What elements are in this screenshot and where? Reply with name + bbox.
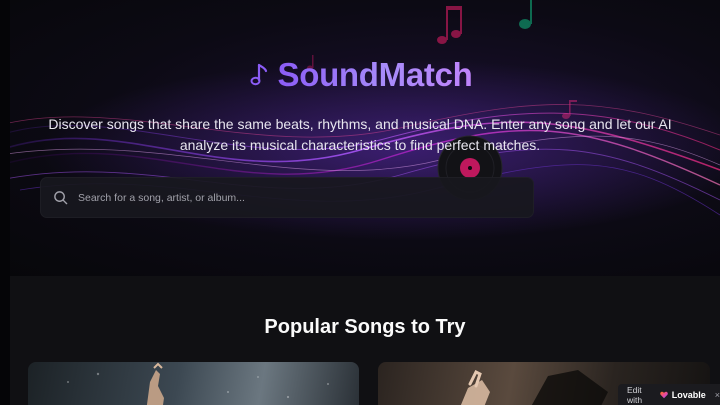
app-title: SoundMatch xyxy=(277,56,473,93)
brand-header: SoundMatch xyxy=(0,56,720,94)
edit-with-label: Edit with xyxy=(627,384,643,405)
heart-icon xyxy=(659,391,668,398)
left-edge-strip xyxy=(0,0,10,405)
popular-songs-section: Popular Songs to Try xyxy=(10,276,720,405)
hero-tagline: Discover songs that share the same beats… xyxy=(48,116,672,153)
music-note-decoration xyxy=(437,6,462,44)
song-card[interactable] xyxy=(28,362,359,405)
hero-section: SoundMatch Discover songs that share the… xyxy=(0,0,720,276)
popular-songs-heading: Popular Songs to Try xyxy=(264,316,466,338)
search-input[interactable] xyxy=(78,191,498,204)
close-icon[interactable]: × xyxy=(715,390,720,400)
lovable-brand-label: Lovable xyxy=(671,389,706,400)
edit-with-lovable-badge[interactable]: Edit with Lovable × xyxy=(618,384,720,405)
music-note-icon xyxy=(250,63,267,86)
search-bar[interactable] xyxy=(40,177,534,218)
song-card-image xyxy=(67,362,329,405)
search-icon xyxy=(54,191,68,205)
